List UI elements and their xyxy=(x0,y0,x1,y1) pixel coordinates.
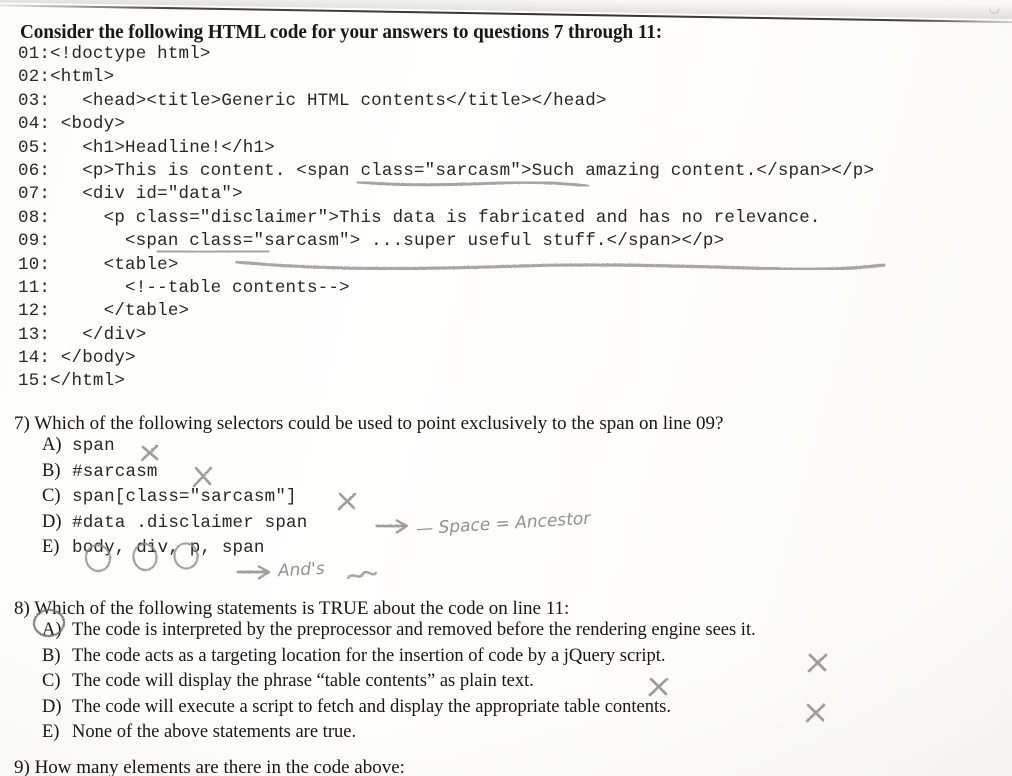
question-8-option-d[interactable]: D) The code will execute a script to fetc… xyxy=(42,697,756,723)
option-text-b: #sarcasm xyxy=(72,461,158,482)
code-line: 11: <!--table contents--> xyxy=(18,277,998,300)
code-line-text: </div> xyxy=(50,324,147,345)
code-line-text: <!doctype html> xyxy=(50,44,211,64)
code-line-number: 10: xyxy=(18,254,51,275)
option-letter-b: B) xyxy=(42,460,61,481)
code-line-text: <span class="sarcasm"> ...super useful s… xyxy=(50,231,725,252)
question-7-option-d[interactable]: D) #data .disclaimer span xyxy=(42,512,723,538)
question-8-option-c[interactable]: C) The code will display the phrase “tabl… xyxy=(42,671,756,697)
code-line: 04: <body> xyxy=(18,113,998,136)
question-7-option-e[interactable]: E) body, div, p, span xyxy=(42,537,723,563)
code-line-number: 07: xyxy=(18,184,51,205)
option-text-a: The code is interpreted by the preproces… xyxy=(72,620,756,640)
code-line-number: 13: xyxy=(18,324,51,345)
question-7-option-a[interactable]: A) span xyxy=(42,435,723,461)
code-line-number: 05: xyxy=(18,137,51,158)
code-line-text: <html> xyxy=(50,67,115,88)
code-line-text: <h1>Headline!</h1> xyxy=(50,137,275,158)
code-line-text: </table> xyxy=(50,301,190,322)
option-letter-c: C) xyxy=(42,486,61,506)
code-line-text: <div id="data"> xyxy=(50,184,243,205)
code-line: 09: <span class="sarcasm"> ...super usef… xyxy=(18,230,998,253)
code-line: 07: <div id="data"> xyxy=(18,183,998,206)
mark-x-q8-option-b xyxy=(807,653,828,673)
question-9-partial: 9) How many elements are there in the co… xyxy=(14,757,405,776)
code-line: 12: </table> xyxy=(18,300,998,323)
code-line-number: 14: xyxy=(18,348,51,369)
code-line: 01:<!doctype html> xyxy=(18,43,998,66)
question-7: 7) Which of the following selectors coul… xyxy=(14,413,723,563)
code-line-text: <body> xyxy=(50,114,126,135)
question-9-cutoff-line: 9) How many elements are there in the co… xyxy=(14,757,405,776)
option-text-d: #data .disclaimer span xyxy=(72,512,308,533)
option-letter-d: D) xyxy=(42,696,62,717)
code-line-text: <table> xyxy=(50,254,179,275)
option-text-e: body, div, p, span xyxy=(72,538,265,558)
scan-artifact-glyph: ◡ xyxy=(988,0,1000,15)
code-line: 06: <p>This is content. <span class="sar… xyxy=(18,160,998,183)
option-text-e: None of the above statements are true. xyxy=(72,722,357,742)
question-8-option-e[interactable]: E) None of the above statements are true. xyxy=(42,722,756,748)
question-7-number: 7) xyxy=(14,413,30,434)
option-text-c: span[class="sarcasm"] xyxy=(72,487,297,507)
option-text-c: The code will display the phrase “table … xyxy=(72,671,534,691)
option-text-a: span xyxy=(72,436,115,456)
scanned-page: ◡ Consider the following HTML code for y… xyxy=(0,0,1012,776)
option-text-d: The code will execute a script to fetch … xyxy=(72,696,671,717)
code-line: 14: </body> xyxy=(18,347,998,370)
option-letter-a: A) xyxy=(42,435,62,455)
code-line-text: </html> xyxy=(50,371,126,392)
question-7-option-c[interactable]: C) span[class="sarcasm"] xyxy=(42,486,723,512)
code-line: 02:<html> xyxy=(18,66,998,89)
code-line-number: 11: xyxy=(18,277,51,298)
question-7-option-b[interactable]: B) #sarcasm xyxy=(42,461,723,487)
code-line-number: 08: xyxy=(18,207,51,228)
prompt-heading: Consider the following HTML code for you… xyxy=(20,22,663,43)
question-8-stem: 8) Which of the following statements is … xyxy=(14,598,756,620)
code-line-number: 15: xyxy=(18,371,51,392)
code-listing: 01:<!doctype html> 02:<html> 03: <head><ti… xyxy=(18,43,998,394)
scan-edge-line xyxy=(0,4,1012,24)
option-letter-a: A) xyxy=(42,620,62,640)
code-line-number: 09: xyxy=(18,231,51,252)
question-7-stem: 7) Which of the following selectors coul… xyxy=(14,413,723,435)
question-9-number: 9) xyxy=(14,757,30,776)
code-line-number: 12: xyxy=(18,301,51,322)
option-letter-b: B) xyxy=(42,645,61,666)
code-line: 03: <head><title>Generic HTML contents</… xyxy=(18,90,998,113)
code-line: 13: </div> xyxy=(18,324,998,347)
question-7-text: Which of the following selectors could b… xyxy=(34,413,724,434)
code-line: 08: <p class="disclaimer">This data is f… xyxy=(18,207,998,230)
code-line-text: <p class="disclaimer">This data is fabri… xyxy=(50,207,821,228)
code-line-number: 03: xyxy=(18,90,51,111)
option-text-b: The code acts as a targeting location fo… xyxy=(72,645,666,666)
annotation-e-note: And's xyxy=(277,558,326,582)
option-letter-d: D) xyxy=(42,511,62,532)
code-line-text: <p>This is content. <span class="sarcasm… xyxy=(50,160,875,181)
question-8-number: 8) xyxy=(14,598,30,619)
mark-x-q8-option-d xyxy=(805,703,826,723)
question-8-option-b[interactable]: B) The code acts as a targeting location … xyxy=(42,646,756,672)
scan-edge-shadow xyxy=(0,0,1012,20)
question-8: 8) Which of the following statements is … xyxy=(14,598,756,748)
option-letter-e: E) xyxy=(42,537,60,557)
option-letter-c: C) xyxy=(42,671,61,691)
option-letter-e: E) xyxy=(42,722,60,742)
question-9-text: How many elements are there in the code … xyxy=(34,757,405,776)
question-8-option-a[interactable]: A) The code is interpreted by the preproc… xyxy=(42,620,756,646)
arrow-q7-option-e xyxy=(236,564,271,581)
code-line: 10: <table> xyxy=(18,254,998,277)
code-line-number: 04: xyxy=(18,114,51,135)
code-line-number: 06: xyxy=(18,160,51,181)
squiggle-q7-option-e xyxy=(346,570,378,580)
code-line: 15:</html> xyxy=(18,370,998,393)
question-8-text: Which of the following statements is TRU… xyxy=(34,598,570,619)
code-line: 05: <h1>Headline!</h1> xyxy=(18,137,998,160)
code-line-number: 01: xyxy=(18,44,51,64)
code-line-text: <!--table contents--> xyxy=(50,277,350,298)
code-line-number: 02: xyxy=(18,67,51,88)
code-line-text: </body> xyxy=(50,348,136,369)
code-line-text: <head><title>Generic HTML contents</titl… xyxy=(50,90,607,111)
